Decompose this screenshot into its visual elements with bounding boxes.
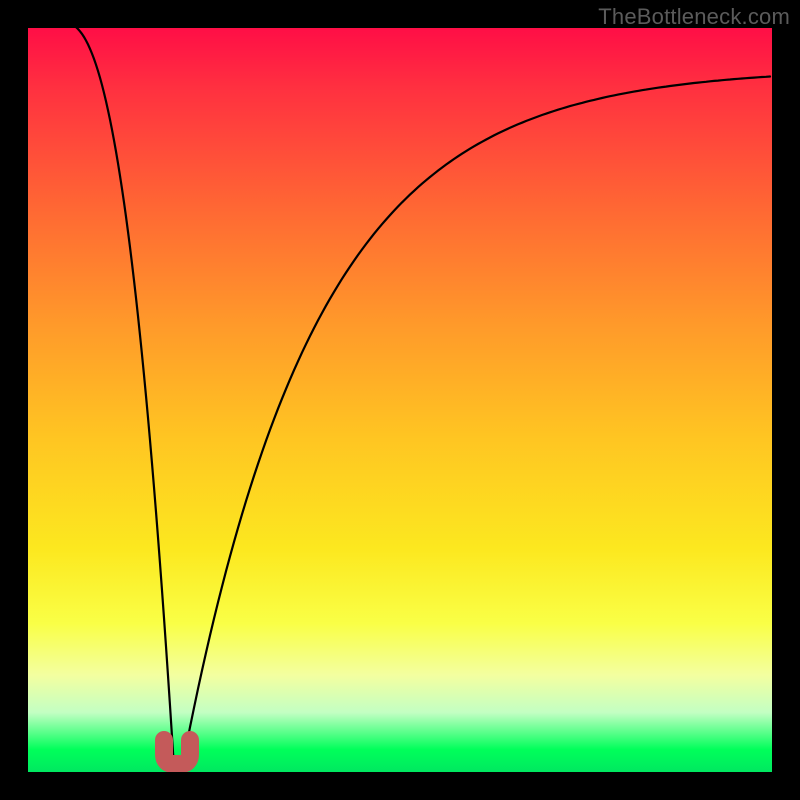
plot-area bbox=[28, 28, 772, 772]
watermark-text: TheBottleneck.com bbox=[598, 4, 790, 30]
curve-right-branch bbox=[182, 77, 770, 769]
optimal-u-marker bbox=[164, 740, 190, 764]
curve-layer bbox=[28, 28, 772, 772]
chart-frame: TheBottleneck.com bbox=[0, 0, 800, 800]
curve-left-branch bbox=[62, 28, 174, 768]
